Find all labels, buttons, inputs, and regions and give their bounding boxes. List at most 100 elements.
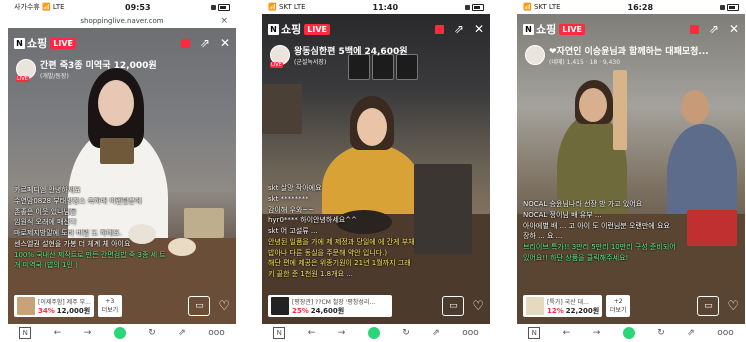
carrier-text: 사가수휴 📶 LTE [14, 3, 65, 11]
host-face [98, 80, 134, 126]
more-count: +3 [105, 298, 115, 305]
phone-screen-2: 📶 SKT LTE 11:40 N 쇼핑 LIVE ⇗ ✕ LIVE 왕동심한편 [262, 0, 490, 342]
mini-live-badge: LIVE [16, 76, 29, 82]
heart-icon[interactable]: ♡ [218, 299, 230, 314]
back-icon[interactable]: ← [563, 328, 571, 338]
chat-icon[interactable]: ▭ [697, 296, 720, 316]
channel-name: (군설녹서장) [294, 59, 327, 66]
share-icon[interactable]: ⇗ [687, 328, 695, 338]
green-dot-icon[interactable] [367, 327, 380, 339]
host-info[interactable]: LIVE 왕동심한편 5백에 24,600원 (군설녹서장) [270, 44, 408, 68]
discount-rate: 12% [547, 306, 564, 315]
shopping-label: 쇼핑 [281, 23, 302, 36]
close-icon[interactable]: ✕ [220, 37, 230, 49]
refresh-icon[interactable]: ↻ [148, 328, 156, 338]
host-info[interactable]: LIVE 간편 죽3종 미역국 12,000원 (개발/동장) [16, 58, 157, 82]
product-price: 12,000원 [56, 306, 91, 315]
product-card[interactable]: [평장관] ??CM 철장 '평창성리... 25% 24,600원 [268, 295, 392, 317]
alarm-icon [211, 4, 216, 10]
url-text: shoppinglive.naver.com [80, 17, 164, 25]
forward-icon[interactable]: → [338, 328, 346, 338]
notice-message: 밥아나 다른 동실을 주문해 약안 입니다.) [268, 248, 388, 257]
product-thumbnail [271, 297, 289, 315]
product-name: [이제주함] 제주 부... [38, 298, 91, 306]
record-icon[interactable] [434, 24, 444, 34]
host-face-left [579, 88, 607, 122]
chat-message: NOCAL 승윤님나라 선장 방 가고 있어요 [523, 200, 643, 208]
live-badge: LIVE [304, 23, 330, 35]
status-bar: 📶 SKT LTE 16:28 [517, 0, 745, 14]
product-name: [평장관] ??CM 철장 '평창성리... [292, 298, 376, 306]
share-icon[interactable]: ⇗ [200, 37, 210, 49]
more-count: +2 [613, 298, 623, 305]
discount-rate: 25% [292, 306, 309, 315]
chat-message: NOCAL 정이님 배 유부 ... [523, 210, 602, 219]
product-card[interactable]: [이제주함] 제주 부... 34% 12,000원 [14, 295, 94, 317]
live-video[interactable]: N 쇼핑 LIVE ⇗ ✕ LIVE 간편 죽3종 미역국 12,000원 (개… [8, 28, 236, 324]
host-face-right [681, 90, 709, 124]
notice-message: 안녕된 일품을 가에 제 제정과 당일에 에 간게 부채 [268, 237, 415, 246]
chat-message: 마로제지방말에 도바 비밀 도 하데요. [14, 229, 122, 237]
product-card[interactable]: [특가] 국산 대... 12% 22,200원 [523, 295, 603, 317]
browser-nav-bar: N ← → ↻ ⇗ ooo [262, 324, 490, 342]
green-dot-icon[interactable] [113, 327, 126, 339]
notice-message: 해단 편에 제공은 위종기원이 21년 1월까지 그래 [268, 259, 411, 268]
naver-home-icon[interactable]: N [19, 327, 32, 339]
chat-message: 수연맘0828 부태명칭스 축하배 이렌탈분에 [14, 196, 142, 205]
shelf [262, 84, 302, 134]
back-icon[interactable]: ← [54, 328, 62, 338]
product-bar: [평장관] ??CM 철장 '평창성리... 25% 24,600원 ▭ ♡ [268, 294, 484, 318]
discount-rate: 34% [38, 306, 55, 315]
record-icon[interactable] [689, 24, 699, 34]
browser-nav-bar: N ← → ↻ ⇗ ooo [8, 324, 236, 342]
share-icon[interactable]: ⇗ [432, 328, 440, 338]
green-dot-icon[interactable] [622, 327, 635, 339]
live-video[interactable]: N 쇼핑 LIVE ⇗ ✕ LIVE 왕동심한편 5백에 24,600원 (군설… [262, 14, 490, 324]
battery-icon [726, 3, 739, 11]
chat-list: NOCAL 승윤님나라 선장 방 가고 있어요 NOCAL 정이님 배 유부 .… [523, 200, 715, 263]
product-price: 22,200원 [565, 306, 600, 315]
close-icon[interactable]: ✕ [729, 23, 739, 35]
close-icon[interactable]: × [220, 16, 228, 26]
naver-n-icon: N [523, 23, 534, 35]
alarm-icon [719, 4, 725, 10]
forward-icon[interactable]: → [84, 328, 92, 338]
avatar[interactable] [525, 45, 545, 65]
product-bar: [이제주함] 제주 부... 34% 12,000원 +3 더보기 ▭ ♡ [14, 294, 230, 318]
more-icon[interactable]: ooo [462, 328, 479, 338]
live-video[interactable]: N 쇼핑 LIVE ⇗ ✕ ❤자연인 이승윤님과 함께하는 대패모청... (네… [517, 14, 745, 324]
heart-icon[interactable]: ♡ [727, 299, 739, 314]
record-icon[interactable] [180, 38, 190, 48]
host-info[interactable]: ❤자연인 이승윤님과 함께하는 대패모청... (네메) 1,415 · 18 … [525, 44, 709, 66]
avatar[interactable]: LIVE [16, 59, 36, 82]
more-icon[interactable]: ooo [208, 328, 225, 338]
address-bar[interactable]: shoppinglive.naver.com × [8, 14, 236, 28]
chat-icon[interactable]: ▭ [442, 296, 465, 316]
avatar[interactable]: LIVE [270, 45, 290, 68]
refresh-icon[interactable]: ↻ [402, 328, 410, 338]
share-icon[interactable]: ⇗ [178, 328, 186, 338]
refresh-icon[interactable]: ↻ [657, 328, 665, 338]
chat-message: hyr0**** 하이안녕하세요^^ [268, 216, 357, 225]
clock: 16:28 [627, 2, 654, 12]
notice-message: 키 끝한 준 1천원 1.8개요 ... [268, 270, 353, 278]
browser-nav-bar: N ← → ↻ ⇗ ooo [517, 324, 745, 342]
chat-icon[interactable]: ▭ [188, 296, 211, 316]
share-icon[interactable]: ⇗ [709, 23, 719, 35]
live-badge: LIVE [559, 23, 585, 35]
mini-live-badge: LIVE [270, 62, 283, 68]
forward-icon[interactable]: → [593, 328, 601, 338]
chat-message: 감이해 우와~~ [268, 205, 315, 214]
back-icon[interactable]: ← [308, 328, 316, 338]
broadcast-title: 왕동심한편 5백에 24,600원 [294, 47, 408, 57]
naver-home-icon[interactable]: N [528, 327, 541, 339]
heart-icon[interactable]: ♡ [472, 299, 484, 314]
close-icon[interactable]: ✕ [474, 23, 484, 35]
more-products-button[interactable]: +2 더보기 [606, 295, 631, 317]
naver-home-icon[interactable]: N [273, 327, 286, 339]
share-icon[interactable]: ⇗ [454, 23, 464, 35]
more-icon[interactable]: ooo [717, 328, 734, 338]
product-package [100, 138, 134, 164]
more-products-button[interactable]: +3 더보기 [97, 295, 122, 317]
chat-list: 카르페디엠 안녕하세요 수연맘0828 부태명칭스 축하배 이렌탈분에 존좋은 … [14, 186, 206, 270]
